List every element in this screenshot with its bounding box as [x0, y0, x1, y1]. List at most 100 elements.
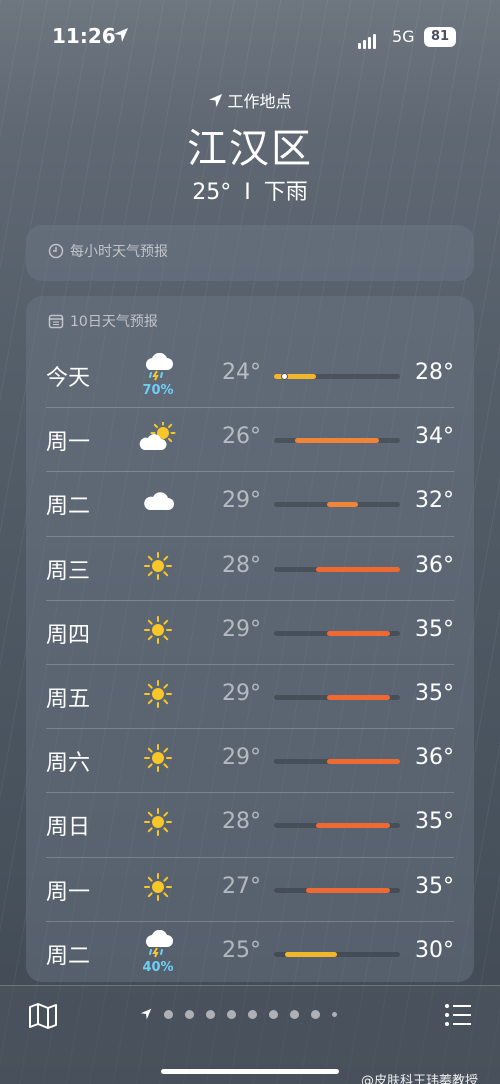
low-temp: 29°: [222, 680, 261, 706]
city-name: 江汉区: [187, 126, 313, 172]
home-indicator: [161, 1069, 339, 1074]
low-temp: 25°: [222, 937, 261, 963]
low-temp: 24°: [222, 360, 261, 385]
temp-range-bar: [274, 759, 400, 765]
forecast-row[interactable]: 周二 40% 25° 30°: [26, 920, 474, 985]
forecast-icon: [138, 544, 178, 592]
forecast-day: 周一: [46, 430, 91, 456]
high-temp: 35°: [415, 616, 454, 642]
temp-range-bar: [274, 823, 400, 829]
location-label-text: 工作地点: [227, 92, 292, 111]
daily-forecast-card[interactable]: 10日天气预报 今天 70% 24° 28° 周一 26° 34° 周二 29° 32° 周三 28°…: [26, 296, 474, 982]
low-temp: 26°: [222, 424, 261, 450]
hourly-forecast-card[interactable]: 每小时天气预报: [26, 225, 474, 281]
temp-range-bar: [274, 502, 400, 508]
current-temp-dot: [281, 373, 288, 380]
high-temp: 28°: [415, 360, 454, 385]
forecast-row[interactable]: 周三 28° 36°: [26, 535, 474, 600]
low-temp: 29°: [222, 745, 261, 771]
low-temp: 28°: [222, 552, 261, 578]
page-indicator[interactable]: [140, 1008, 337, 1020]
battery-icon: 81: [424, 27, 456, 47]
precip-chance: 70%: [142, 382, 174, 398]
temp-range-bar: [274, 887, 400, 893]
watermark: @皮肤科王玮蓁教授: [360, 1074, 478, 1084]
forecast-day: 周五: [46, 686, 91, 712]
thunderstorm-icon: [142, 352, 174, 385]
location-label: 工作地点: [0, 88, 500, 112]
high-temp: 32°: [415, 488, 454, 514]
page-dot[interactable]: [185, 1009, 194, 1019]
forecast-icon: [138, 608, 178, 656]
forecast-row[interactable]: 周一 26° 34°: [26, 407, 474, 471]
temp-range-bar: [274, 951, 400, 957]
temp-range-fill: [316, 566, 400, 572]
page-dot[interactable]: [206, 1009, 215, 1019]
precip-chance: 40%: [142, 960, 174, 976]
forecast-day: 周一: [46, 879, 91, 905]
forecast-day: 周日: [46, 815, 91, 841]
forecast-row[interactable]: 周六 29° 36°: [26, 728, 474, 792]
sunny-icon: [143, 743, 173, 777]
temp-range-fill: [305, 887, 390, 893]
low-temp: 28°: [222, 809, 261, 835]
sunny-icon: [143, 679, 173, 713]
forecast-icon: [138, 736, 178, 784]
temp-range-fill: [326, 694, 390, 700]
calendar-icon: [48, 314, 64, 329]
hourly-forecast-label: 每小时天气预报: [70, 244, 168, 260]
forecast-day: 周六: [46, 751, 91, 777]
forecast-day: 周四: [46, 622, 91, 648]
temp-range-bar: [274, 373, 400, 380]
current-location-page-icon: [140, 1008, 152, 1020]
temp-range-fill: [326, 759, 400, 765]
temp-range-bar: [274, 566, 400, 572]
clock-icon: [48, 243, 64, 259]
forecast-row[interactable]: 周五 29° 35°: [26, 663, 474, 728]
temp-range-bar: [274, 630, 400, 636]
partly-sunny-icon: [138, 420, 178, 456]
temp-range-fill: [326, 630, 390, 636]
high-temp: 36°: [415, 552, 454, 578]
location-arrow-icon: [209, 93, 223, 107]
sunny-icon: [143, 872, 173, 906]
page-dot[interactable]: [227, 1009, 236, 1019]
forecast-row[interactable]: 周二 29° 32°: [26, 471, 474, 535]
page-dot[interactable]: [332, 1011, 337, 1017]
high-temp: 30°: [415, 937, 454, 963]
weather-header: 工作地点 江汉区 25° I 下雨: [0, 88, 500, 206]
cloudy-icon: [141, 489, 175, 517]
map-icon[interactable]: [28, 1002, 58, 1034]
high-temp: 34°: [415, 424, 454, 450]
list-icon[interactable]: [444, 1002, 472, 1032]
thunderstorm-icon: [142, 929, 174, 962]
forecast-icon: [138, 865, 178, 913]
status-time: 11:26: [52, 24, 116, 48]
page-dot[interactable]: [248, 1009, 257, 1019]
high-temp: 36°: [415, 745, 454, 771]
temp-range-bar: [274, 694, 400, 700]
page-dot[interactable]: [290, 1009, 299, 1019]
forecast-icon: 70%: [138, 351, 178, 399]
status-bar: 11:26 5G 81: [0, 24, 500, 52]
current-conditions: 25° I 下雨: [0, 174, 500, 206]
high-temp: 35°: [415, 680, 454, 706]
forecast-icon: [138, 415, 178, 463]
daily-forecast-rows: 今天 70% 24° 28° 周一 26° 34° 周二 29° 32° 周三 28° 36° 周四 29°…: [26, 343, 474, 985]
daily-forecast-label: 10日天气预报: [70, 314, 158, 330]
page-dot[interactable]: [269, 1009, 278, 1019]
temp-range-fill: [295, 438, 379, 444]
page-dot[interactable]: [311, 1009, 320, 1019]
current-condition: 下雨: [263, 180, 308, 205]
page-dot[interactable]: [164, 1009, 173, 1019]
forecast-row[interactable]: 周日 28° 35°: [26, 792, 474, 856]
temp-range-fill: [316, 823, 390, 829]
location-arrow-icon: [113, 27, 129, 47]
sunny-icon: [143, 807, 173, 841]
sunny-icon: [143, 615, 173, 649]
temp-range-fill: [284, 951, 337, 957]
forecast-row[interactable]: 今天 70% 24° 28°: [26, 343, 474, 407]
forecast-row[interactable]: 周四 29° 35°: [26, 599, 474, 664]
forecast-row[interactable]: 周一 27° 35°: [26, 856, 474, 921]
low-temp: 27°: [222, 873, 261, 899]
